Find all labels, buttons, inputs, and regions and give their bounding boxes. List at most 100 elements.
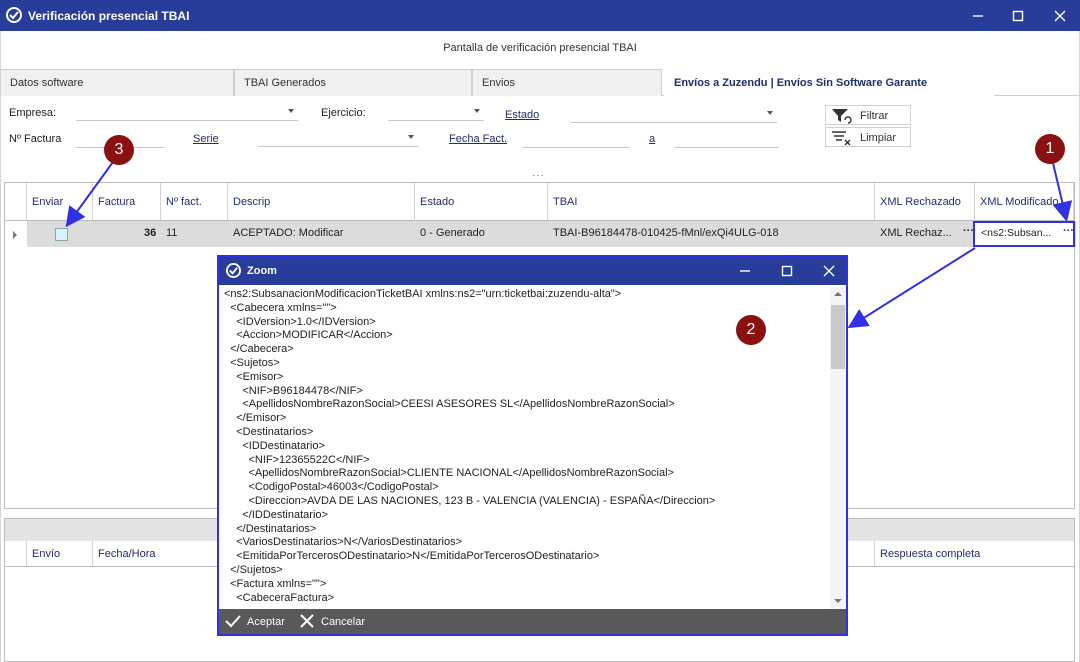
xml-line: <Factura xmlns=""> bbox=[224, 577, 327, 590]
vertical-scrollbar[interactable] bbox=[830, 287, 846, 609]
close-button[interactable] bbox=[1048, 6, 1072, 26]
xml-line: <ApellidosNombreRazonSocial>CLIENTE NACI… bbox=[224, 467, 674, 480]
tab-tbai-generados[interactable]: TBAI Generados bbox=[234, 69, 472, 96]
col-enviar[interactable]: Enviar bbox=[27, 183, 93, 221]
estado-combo[interactable] bbox=[571, 107, 777, 123]
xml-line: <EmitidaPorTercerosODestinatario>N</Emit… bbox=[224, 550, 600, 563]
tab-envios[interactable]: Envios bbox=[472, 69, 662, 96]
tab-datos-software[interactable]: Datos software bbox=[0, 69, 234, 96]
fecha-hasta-input[interactable] bbox=[675, 132, 779, 148]
col-estado[interactable]: Estado bbox=[415, 183, 548, 221]
chevron-down-icon bbox=[767, 111, 773, 115]
col-nfact[interactable]: Nº fact. bbox=[161, 183, 228, 221]
ejercicio-combo[interactable] bbox=[388, 105, 484, 121]
enviar-checkbox[interactable] bbox=[55, 228, 68, 241]
window-titlebar: Verificación presencial TBAI bbox=[0, 0, 1080, 31]
xml-line: <IDDestinatario> bbox=[224, 439, 325, 452]
zoom-button-bar: Aceptar Cancelar bbox=[219, 609, 846, 634]
col-factura[interactable]: Factura bbox=[93, 183, 161, 221]
limpiar-button[interactable]: Limpiar bbox=[825, 127, 911, 147]
xml-line: <Direccion>AVDA DE LAS NACIONES, 123 B -… bbox=[224, 494, 716, 507]
xml-modificado-ellipsis-button[interactable]: ··· bbox=[1063, 225, 1074, 237]
check-icon bbox=[225, 615, 241, 628]
fecha-a-label[interactable]: a bbox=[649, 133, 655, 145]
filter-icon bbox=[832, 109, 852, 124]
tab-envios-zuzendu[interactable]: Envíos a Zuzendu | Envíos Sin Software G… bbox=[664, 69, 994, 96]
minimize-icon bbox=[973, 15, 983, 17]
splitter-handle[interactable]: ··· bbox=[532, 170, 545, 181]
xml-line: <VariosDestinatarios>N</VariosDestinatar… bbox=[224, 536, 463, 549]
ejercicio-label: Ejercicio: bbox=[321, 107, 366, 119]
maximize-icon bbox=[781, 265, 793, 277]
cell-xml-modificado: <ns2:Subsan... bbox=[981, 227, 1052, 239]
row-indicator-header bbox=[5, 183, 27, 221]
app-logo-icon bbox=[226, 263, 241, 278]
xml-line: </Sujetos> bbox=[224, 563, 283, 576]
col-xml-modificado[interactable]: XML Modificado bbox=[975, 183, 1074, 221]
aceptar-button[interactable]: Aceptar bbox=[225, 613, 291, 630]
col-xml-rechazado[interactable]: XML Rechazado bbox=[875, 183, 975, 221]
scroll-down-icon[interactable] bbox=[834, 598, 842, 604]
scroll-up-icon[interactable] bbox=[834, 291, 842, 297]
xml-line: </IDDestinatario> bbox=[224, 508, 328, 521]
cancel-icon bbox=[300, 614, 314, 628]
empresa-label: Empresa: bbox=[9, 107, 57, 119]
chevron-down-icon bbox=[408, 135, 414, 139]
cell-factura: 36 bbox=[144, 227, 157, 239]
zoom-maximize-button[interactable] bbox=[775, 261, 799, 281]
zoom-titlebar: Zoom bbox=[219, 257, 846, 285]
xml-line: <ApellidosNombreRazonSocial>CEESI ASESOR… bbox=[224, 398, 675, 411]
xml-line: <Emisor> bbox=[224, 370, 284, 383]
scrollbar-thumb[interactable] bbox=[831, 305, 845, 369]
callout-2-badge: 2 bbox=[736, 315, 766, 345]
xml-line: </Emisor> bbox=[224, 412, 287, 425]
maximize-icon bbox=[1012, 10, 1024, 22]
xml-line: <Cabecera xmlns=""> bbox=[224, 301, 337, 314]
cell-nfact: 11 bbox=[166, 227, 178, 239]
filtrar-button[interactable]: Filtrar bbox=[825, 105, 911, 125]
row-pointer-icon bbox=[13, 231, 17, 239]
empresa-combo[interactable] bbox=[76, 105, 298, 121]
page-caption: Pantalla de verificación presencial TBAI bbox=[443, 42, 637, 54]
aceptar-label: Aceptar bbox=[247, 616, 285, 628]
col-envio[interactable]: Envío bbox=[27, 541, 93, 567]
callout-1-badge: 1 bbox=[1035, 134, 1065, 164]
xml-line: <Destinatarios> bbox=[224, 425, 314, 438]
xml-line: <Sujetos> bbox=[224, 356, 280, 369]
limpiar-label: Limpiar bbox=[860, 132, 897, 144]
cancelar-label: Cancelar bbox=[321, 616, 366, 628]
filtrar-label: Filtrar bbox=[860, 110, 889, 122]
serie-label[interactable]: Serie bbox=[193, 133, 219, 145]
xml-line: <NIF>12365522C</NIF> bbox=[224, 453, 370, 466]
row-indicator-header bbox=[5, 541, 27, 567]
fecha-label[interactable]: Fecha Fact. bbox=[449, 133, 507, 145]
cell-tbai: TBAI-B96184478-010425-fMnl/exQi4ULG-018 bbox=[553, 227, 779, 239]
cancelar-button[interactable]: Cancelar bbox=[299, 613, 375, 630]
serie-combo[interactable] bbox=[258, 131, 418, 147]
xml-line: <CabeceraFactura> bbox=[224, 591, 335, 604]
estado-label[interactable]: Estado bbox=[505, 109, 539, 121]
minimize-button[interactable] bbox=[966, 6, 990, 26]
cell-xml-rechazado: XML Rechaz... bbox=[880, 227, 952, 239]
callout-3-badge: 3 bbox=[104, 135, 134, 165]
nfactura-label: Nº Factura bbox=[9, 133, 62, 145]
maximize-button[interactable] bbox=[1006, 6, 1030, 26]
app-logo-icon bbox=[6, 7, 22, 23]
xml-line: </Destinatarios> bbox=[224, 522, 317, 535]
tab-strip: Datos software TBAI Generados Envios Env… bbox=[0, 69, 1080, 96]
zoom-minimize-button[interactable] bbox=[733, 261, 757, 281]
col-respuesta-completa[interactable]: Respuesta completa bbox=[875, 541, 1074, 567]
xml-line: <NIF>B96184478</NIF> bbox=[224, 384, 363, 397]
chevron-down-icon bbox=[474, 109, 480, 113]
zoom-close-button[interactable] bbox=[817, 261, 841, 281]
zoom-title: Zoom bbox=[247, 265, 277, 277]
cell-descrip: ACEPTADO: Modificar bbox=[233, 227, 344, 239]
close-icon bbox=[823, 265, 835, 277]
fecha-desde-input[interactable] bbox=[523, 132, 629, 148]
cell-estado: 0 - Generado bbox=[420, 227, 485, 239]
chevron-down-icon bbox=[288, 109, 294, 113]
col-tbai[interactable]: TBAI bbox=[548, 183, 875, 221]
clear-filter-icon bbox=[832, 131, 851, 146]
col-descrip[interactable]: Descrip bbox=[228, 183, 415, 221]
minimize-icon bbox=[740, 270, 750, 272]
